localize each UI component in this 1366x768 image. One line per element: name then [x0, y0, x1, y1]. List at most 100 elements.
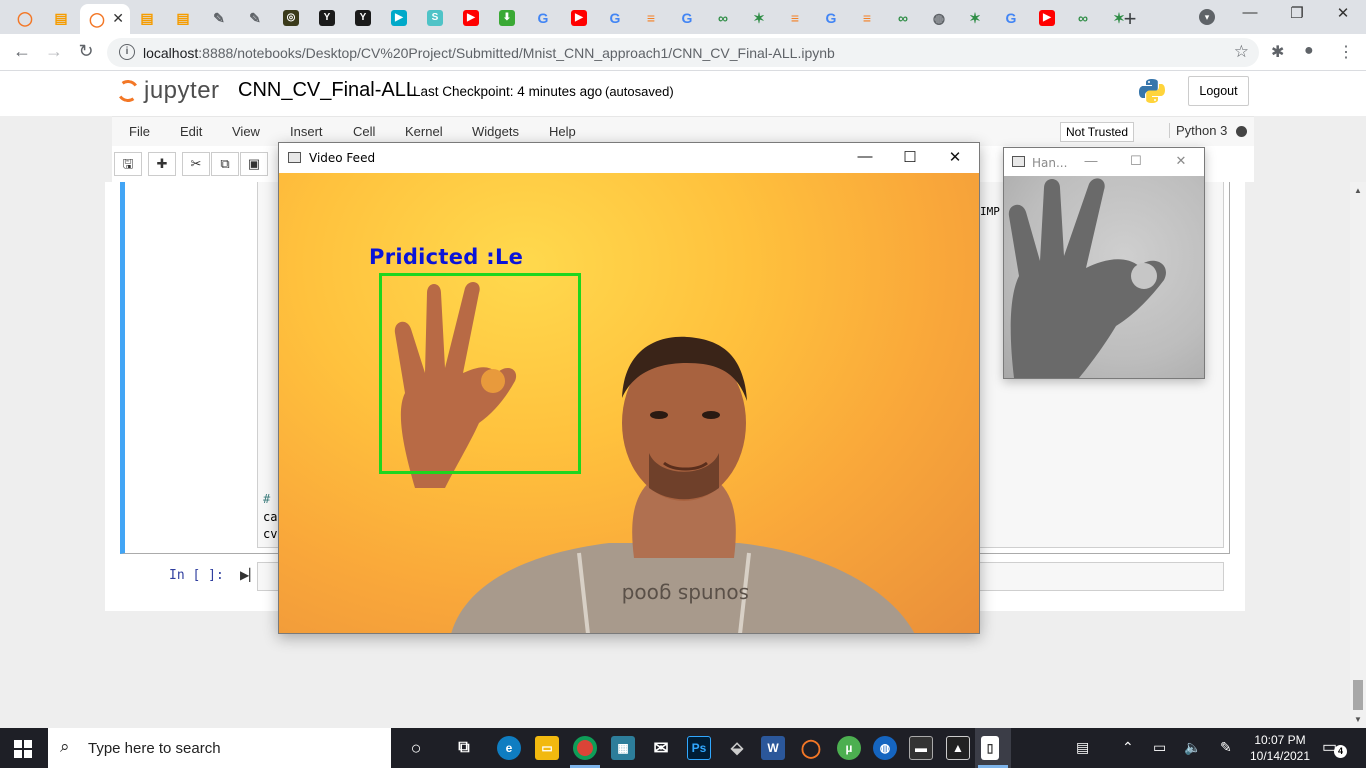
jupyter-logo[interactable]: jupyter [115, 77, 220, 105]
browser-tab[interactable]: G [526, 5, 560, 30]
video-feed-window[interactable]: Video Feed — ☐ ✕ sounds good Pridicted :… [278, 142, 980, 634]
extensions-icon[interactable]: ✱ [1271, 42, 1284, 62]
jupyter-taskbar-icon[interactable]: ◯ [799, 736, 823, 760]
maximize-icon[interactable]: ☐ [1121, 153, 1151, 169]
news-widget-icon[interactable]: ▤ [1076, 739, 1089, 756]
word-icon[interactable]: W [761, 736, 785, 760]
browser-tab[interactable]: ⬇ [490, 5, 524, 30]
minimize-icon[interactable]: — [850, 148, 880, 165]
browser-tab[interactable]: ≡ [850, 5, 884, 30]
menu-widgets[interactable]: Widgets [472, 124, 519, 139]
browser-tab[interactable]: ▤ [166, 5, 200, 30]
utorrent-icon[interactable]: µ [837, 736, 861, 760]
video-feed-titlebar[interactable]: Video Feed — ☐ ✕ [279, 143, 979, 173]
browser-tab[interactable]: S [418, 5, 452, 30]
browser-tab[interactable]: ∞ [706, 5, 740, 30]
scroll-down-icon[interactable]: ▼ [1354, 715, 1362, 724]
browser-tab[interactable]: Y [346, 5, 380, 30]
hand-window-titlebar[interactable]: Han... — ☐ ✕ [1004, 148, 1204, 176]
restore-icon[interactable]: ❐ [1282, 4, 1312, 22]
scroll-thumb[interactable] [1353, 680, 1363, 710]
close-icon[interactable]: ✕ [940, 148, 970, 166]
close-window-icon[interactable]: ✕ [1328, 4, 1358, 22]
browser-tab[interactable]: ≡ [778, 5, 812, 30]
minimize-icon[interactable]: — [1076, 153, 1106, 168]
system-clock[interactable]: 10:07 PM 10/14/2021 [1244, 732, 1316, 764]
maximize-icon[interactable]: ☐ [895, 148, 925, 166]
browser-tab[interactable]: ▶ [1030, 5, 1064, 30]
page-scrollbar[interactable]: ▲ ▼ [1350, 182, 1366, 728]
menu-insert[interactable]: Insert [290, 124, 323, 139]
file-explorer-icon[interactable]: ▭ [535, 736, 559, 760]
terminal-icon[interactable]: ▬ [909, 736, 933, 760]
browser-tab[interactable]: G [814, 5, 848, 30]
browser-tab[interactable]: ▶ [454, 5, 488, 30]
browser-tab[interactable]: ◯ ✕ [80, 4, 130, 34]
browser-tab[interactable]: ≡ [634, 5, 668, 30]
cut-icon[interactable]: ✂ [182, 152, 210, 176]
menu-help[interactable]: Help [549, 124, 576, 139]
minimize-icon[interactable]: — [1235, 4, 1265, 21]
forward-icon[interactable]: → [42, 41, 66, 62]
chrome-icon[interactable] [573, 736, 597, 760]
browser-tab[interactable]: ∞ [886, 5, 920, 30]
browser-tab[interactable]: ◯ [8, 5, 42, 30]
task-view-icon[interactable]: ⧉ [452, 736, 476, 760]
tab-search-icon[interactable]: ▾ [1199, 9, 1215, 25]
browser-tab[interactable]: ◍ [922, 5, 956, 30]
edge-icon[interactable]: e [497, 736, 521, 760]
menu-view[interactable]: View [232, 124, 260, 139]
reload-icon[interactable]: ↻ [74, 41, 98, 62]
close-icon[interactable]: ✕ [1166, 153, 1196, 169]
pen-icon[interactable]: ✎ [1220, 739, 1232, 756]
photoshop-icon[interactable]: Ps [687, 736, 711, 760]
browser-tab[interactable]: ▶ [382, 5, 416, 30]
scroll-up-icon[interactable]: ▲ [1354, 186, 1362, 195]
tablet-tool-icon[interactable]: ⬙ [725, 736, 749, 760]
browser-tab[interactable]: ✶ [742, 5, 776, 30]
browser-tab[interactable]: G [994, 5, 1028, 30]
save-icon[interactable]: 🖫 [114, 152, 142, 176]
site-info-icon[interactable]: i [119, 44, 135, 60]
browser-tab[interactable]: ▤ [130, 5, 164, 30]
show-hidden-icons-icon[interactable]: ⌃ [1122, 739, 1134, 756]
cortana-icon[interactable]: ○ [404, 736, 428, 760]
volume-icon[interactable]: 🔈 [1184, 739, 1201, 756]
trust-indicator[interactable]: Not Trusted [1060, 122, 1135, 142]
run-cell-icon[interactable]: ▶▏ [240, 568, 258, 582]
hand-window[interactable]: Han... — ☐ ✕ [1003, 147, 1205, 379]
bookmark-star-icon[interactable]: ☆ [1234, 42, 1249, 62]
notifications-icon[interactable]: ▭ 4 [1322, 737, 1347, 759]
taskbar-search[interactable]: ⌕ Type here to search [48, 728, 391, 768]
battery-icon[interactable]: ▭ [1153, 739, 1166, 756]
copy-icon[interactable]: ⧉ [211, 152, 239, 176]
menu-file[interactable]: File [129, 124, 150, 139]
browser-tab[interactable]: ✎ [202, 5, 236, 30]
mail-icon[interactable]: ✉ [649, 736, 673, 760]
browser-tab[interactable]: ✎ [238, 5, 272, 30]
document-app-icon[interactable]: ▯ [981, 736, 999, 760]
paste-icon[interactable]: ▣ [240, 152, 268, 176]
menu-kernel[interactable]: Kernel [405, 124, 443, 139]
browser-tab[interactable]: Y [310, 5, 344, 30]
browser-tab[interactable]: ∞ [1066, 5, 1100, 30]
browser-menu-icon[interactable]: ⋮ [1338, 42, 1354, 62]
notebook-name[interactable]: CNN_CV_Final-ALL [238, 79, 417, 102]
logout-button[interactable]: Logout [1188, 76, 1249, 106]
store-icon[interactable]: ▦ [611, 736, 635, 760]
menu-edit[interactable]: Edit [180, 124, 202, 139]
browser-tab[interactable]: ✶ [958, 5, 992, 30]
browser-tab[interactable]: ▤ [44, 5, 78, 30]
address-bar[interactable]: i localhost:8888/notebooks/Desktop/CV%20… [107, 38, 1259, 67]
browser-tab[interactable]: G [670, 5, 704, 30]
close-tab-icon[interactable]: ✕ [112, 10, 124, 27]
start-menu-icon[interactable] [14, 740, 32, 758]
back-icon[interactable]: ← [10, 41, 34, 62]
photos-icon[interactable]: ▲ [946, 736, 970, 760]
browser-tab[interactable]: ▶ [562, 5, 596, 30]
profile-avatar-icon[interactable]: ● [1304, 42, 1314, 60]
globe-tool-icon[interactable]: ◍ [873, 736, 897, 760]
browser-tab[interactable]: ◎ [274, 5, 308, 30]
browser-tab[interactable]: G [598, 5, 632, 30]
browser-tab[interactable]: ✶ [1102, 5, 1136, 30]
